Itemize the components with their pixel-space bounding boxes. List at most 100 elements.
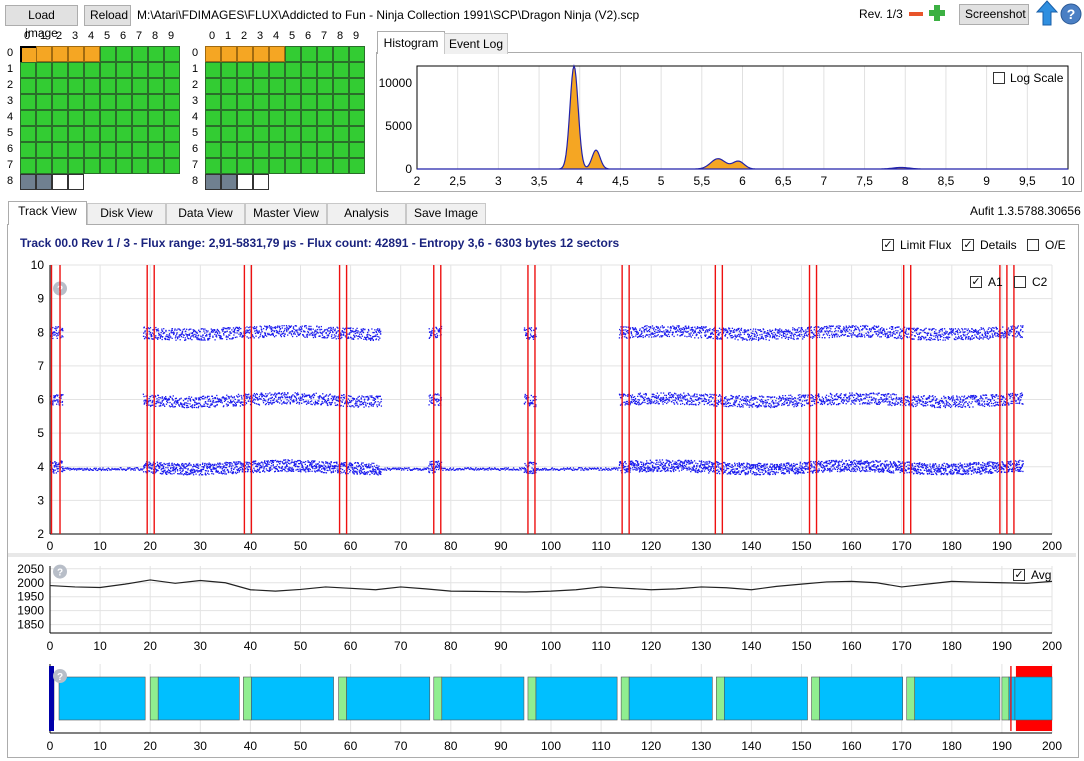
track-cell[interactable] bbox=[20, 142, 36, 158]
track-cell[interactable] bbox=[84, 46, 100, 62]
track-cell[interactable] bbox=[301, 78, 317, 94]
load-image-button[interactable]: Load image bbox=[5, 5, 78, 40]
track-cell[interactable] bbox=[317, 110, 333, 126]
track-cell[interactable] bbox=[132, 142, 148, 158]
tab-disk-view[interactable]: Disk View bbox=[87, 203, 166, 224]
track-cell[interactable] bbox=[100, 46, 116, 62]
minus-icon[interactable] bbox=[909, 12, 923, 16]
track-cell[interactable] bbox=[84, 78, 100, 94]
track-cell[interactable] bbox=[36, 174, 52, 190]
track-cell[interactable] bbox=[253, 110, 269, 126]
track-cell[interactable] bbox=[132, 62, 148, 78]
track-cell[interactable] bbox=[52, 110, 68, 126]
track-cell[interactable] bbox=[333, 78, 349, 94]
track-cell[interactable] bbox=[116, 158, 132, 174]
track-cell[interactable] bbox=[148, 94, 164, 110]
track-cell[interactable] bbox=[237, 158, 253, 174]
track-cell[interactable] bbox=[84, 126, 100, 142]
track-cell[interactable] bbox=[36, 78, 52, 94]
track-cell[interactable] bbox=[84, 142, 100, 158]
track-cell[interactable] bbox=[221, 78, 237, 94]
track-cell[interactable] bbox=[68, 110, 84, 126]
track-cell[interactable] bbox=[333, 110, 349, 126]
track-cell[interactable] bbox=[285, 62, 301, 78]
track-cell[interactable] bbox=[36, 46, 52, 62]
track-cell[interactable] bbox=[285, 78, 301, 94]
track-cell[interactable] bbox=[68, 62, 84, 78]
track-cell[interactable] bbox=[100, 142, 116, 158]
track-cell[interactable] bbox=[221, 62, 237, 78]
track-cell[interactable] bbox=[164, 94, 180, 110]
track-cell[interactable] bbox=[317, 94, 333, 110]
track-cell[interactable] bbox=[237, 126, 253, 142]
track-cell[interactable] bbox=[52, 126, 68, 142]
track-cell[interactable] bbox=[237, 94, 253, 110]
track-cell[interactable] bbox=[36, 62, 52, 78]
screenshot-button[interactable]: Screenshot bbox=[959, 4, 1029, 25]
track-cell[interactable] bbox=[68, 158, 84, 174]
track-cell[interactable] bbox=[301, 94, 317, 110]
tab-master-view[interactable]: Master View bbox=[245, 203, 327, 224]
limit-flux-checkbox[interactable]: ✓ bbox=[882, 239, 894, 251]
avg-checkbox[interactable]: ✓ bbox=[1013, 569, 1025, 581]
track-cell[interactable] bbox=[100, 158, 116, 174]
track-cell[interactable] bbox=[349, 142, 365, 158]
track-cell[interactable] bbox=[52, 142, 68, 158]
track-cell[interactable] bbox=[253, 62, 269, 78]
track-cell[interactable] bbox=[132, 78, 148, 94]
track-cell[interactable] bbox=[52, 94, 68, 110]
track-cell[interactable] bbox=[148, 110, 164, 126]
track-cell[interactable] bbox=[285, 126, 301, 142]
track-cell[interactable] bbox=[301, 62, 317, 78]
track-cell[interactable] bbox=[269, 62, 285, 78]
a1-checkbox[interactable]: ✓ bbox=[970, 276, 982, 288]
track-cell[interactable] bbox=[317, 62, 333, 78]
track-cell[interactable] bbox=[100, 78, 116, 94]
track-cell[interactable] bbox=[349, 126, 365, 142]
track-cell[interactable] bbox=[100, 62, 116, 78]
track-cell[interactable] bbox=[237, 62, 253, 78]
track-cell[interactable] bbox=[20, 62, 36, 78]
track-cell[interactable] bbox=[164, 126, 180, 142]
track-cell[interactable] bbox=[285, 46, 301, 62]
track-cell[interactable] bbox=[116, 62, 132, 78]
track-cell[interactable] bbox=[317, 78, 333, 94]
track-cell[interactable] bbox=[301, 126, 317, 142]
track-cell[interactable] bbox=[148, 142, 164, 158]
track-cell[interactable] bbox=[52, 46, 68, 62]
track-cell[interactable] bbox=[333, 142, 349, 158]
track-cell[interactable] bbox=[116, 142, 132, 158]
track-cell[interactable] bbox=[20, 158, 36, 174]
tab-analysis[interactable]: Analysis bbox=[327, 203, 406, 224]
track-cell[interactable] bbox=[84, 158, 100, 174]
track-cell[interactable] bbox=[317, 142, 333, 158]
track-cell[interactable] bbox=[349, 46, 365, 62]
track-cell[interactable] bbox=[84, 110, 100, 126]
track-cell[interactable] bbox=[333, 94, 349, 110]
track-cell[interactable] bbox=[205, 142, 221, 158]
up-arrow-icon[interactable] bbox=[1036, 0, 1058, 26]
track-cell[interactable] bbox=[68, 94, 84, 110]
track-cell[interactable] bbox=[253, 142, 269, 158]
track-cell[interactable] bbox=[164, 158, 180, 174]
track-cell[interactable] bbox=[301, 158, 317, 174]
track-cell[interactable] bbox=[349, 110, 365, 126]
track-cell[interactable] bbox=[301, 142, 317, 158]
track-cell[interactable] bbox=[333, 62, 349, 78]
track-cell[interactable] bbox=[148, 46, 164, 62]
track-cell[interactable] bbox=[116, 46, 132, 62]
track-cell[interactable] bbox=[221, 174, 237, 190]
track-cell[interactable] bbox=[237, 46, 253, 62]
track-cell[interactable] bbox=[349, 62, 365, 78]
track-cell[interactable] bbox=[237, 142, 253, 158]
track-cell[interactable] bbox=[205, 126, 221, 142]
track-cell[interactable] bbox=[205, 174, 221, 190]
track-cell[interactable] bbox=[68, 78, 84, 94]
track-cell[interactable] bbox=[269, 126, 285, 142]
track-cell[interactable] bbox=[68, 174, 84, 190]
track-cell[interactable] bbox=[301, 46, 317, 62]
track-cell[interactable] bbox=[253, 126, 269, 142]
track-cell[interactable] bbox=[349, 94, 365, 110]
track-cell[interactable] bbox=[20, 174, 36, 190]
track-cell[interactable] bbox=[116, 94, 132, 110]
